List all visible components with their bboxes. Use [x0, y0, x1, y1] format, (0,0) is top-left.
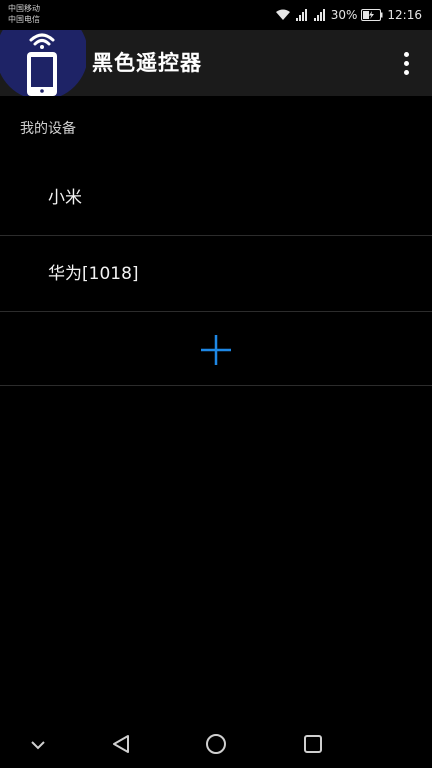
navigation-bar [0, 720, 432, 768]
device-label: 华为[1018] [48, 264, 139, 284]
battery-percent: 30% [330, 8, 358, 22]
signal-icon-2 [313, 8, 327, 22]
signal-icon-1 [295, 8, 309, 22]
device-label: 小米 [48, 188, 82, 208]
carrier-1: 中国移动 [8, 4, 40, 13]
carrier-info: 中国移动 中国电信 [8, 3, 40, 25]
screen: 中国移动 中国电信 30% 12:16 黑色遥控器 我的设备 小米 华为[101… [0, 0, 432, 768]
more-vert-icon[interactable] [394, 48, 418, 78]
battery-icon [361, 9, 383, 21]
remote-phone-icon [0, 30, 86, 96]
status-bar: 中国移动 中国电信 30% 12:16 [0, 0, 432, 30]
status-indicators: 30% 12:16 [275, 6, 422, 24]
home-circle-icon[interactable] [204, 732, 228, 756]
carrier-2: 中国电信 [8, 15, 40, 24]
recents-square-icon[interactable] [302, 732, 324, 756]
back-triangle-icon[interactable] [110, 732, 132, 756]
add-device-button[interactable] [0, 312, 432, 386]
device-row-huawei[interactable]: 华为[1018] [0, 236, 432, 312]
plus-icon [201, 335, 231, 365]
wifi-icon [275, 8, 291, 22]
app-bar: 黑色遥控器 [0, 30, 432, 96]
chevron-down-icon[interactable] [30, 732, 46, 756]
device-row-xiaomi[interactable]: 小米 [0, 160, 432, 236]
section-label-my-devices: 我的设备 [20, 121, 76, 137]
app-title: 黑色遥控器 [92, 51, 202, 75]
clock: 12:16 [387, 8, 422, 22]
